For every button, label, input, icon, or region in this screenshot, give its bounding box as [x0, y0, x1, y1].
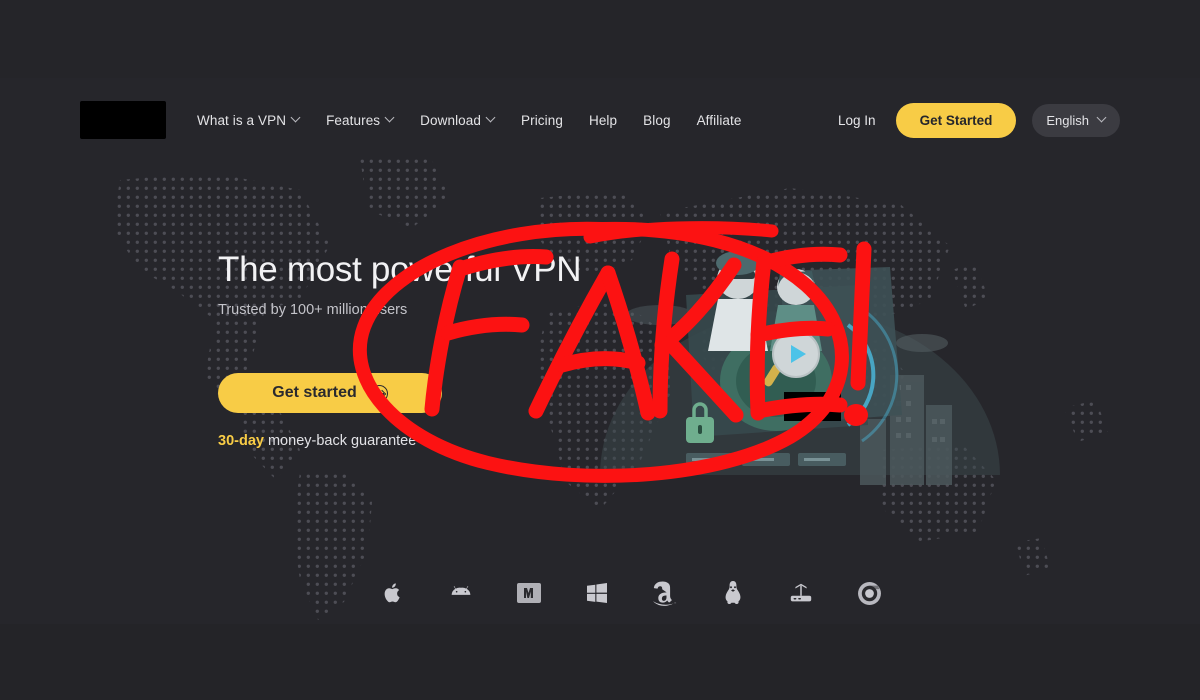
- nav-item-what-is-a-vpn[interactable]: What is a VPN: [184, 107, 313, 134]
- router-icon[interactable]: [788, 578, 814, 608]
- video-play-button[interactable]: [772, 330, 820, 378]
- nav-links: What is a VPN Features Download Pricing …: [184, 107, 755, 134]
- nav-item-label: What is a VPN: [197, 112, 287, 128]
- language-label: English: [1046, 112, 1089, 128]
- chevron-down-icon: [386, 114, 394, 122]
- hero-cta-label: Get started: [272, 384, 357, 402]
- illustration-redaction-box: [784, 392, 841, 421]
- nav-item-label: Help: [588, 112, 618, 128]
- nav-item-label: Blog: [643, 112, 671, 128]
- chevron-down-icon: [1098, 114, 1106, 122]
- hero-title: The most powerful VPN: [218, 250, 582, 289]
- nav-item-label: Pricing: [521, 112, 563, 128]
- guarantee-highlight: 30-day: [218, 433, 264, 450]
- guarantee-text: money-back guarantee: [263, 433, 417, 450]
- nav-item-label: Features: [326, 112, 381, 128]
- nav-item-label: Download: [420, 112, 481, 128]
- supported-platforms: [380, 578, 882, 608]
- arrow-right-circle-icon: [370, 384, 388, 402]
- bottom-strip: [0, 624, 1200, 700]
- hero-subtitle: Trusted by 100+ million users: [218, 302, 408, 319]
- play-icon: [790, 345, 806, 363]
- mac-icon[interactable]: [516, 578, 542, 608]
- apple-icon[interactable]: [380, 578, 406, 608]
- nav-item-label: Affiliate: [696, 112, 742, 128]
- site-logo-redacted[interactable]: [80, 101, 166, 139]
- chevron-down-icon: [487, 114, 495, 122]
- language-selector[interactable]: English: [1032, 103, 1120, 137]
- money-back-guarantee: 30-day money-back guarantee: [218, 433, 638, 449]
- hero-get-started-button[interactable]: Get started: [218, 373, 442, 414]
- get-started-button[interactable]: Get Started: [895, 102, 1017, 138]
- windows-icon[interactable]: [584, 578, 610, 608]
- android-icon[interactable]: [448, 578, 474, 608]
- amazon-icon[interactable]: [652, 578, 678, 608]
- nav-item-affiliate[interactable]: Affiliate: [684, 107, 755, 134]
- hero-section: The most powerful VPN Trusted by 100+ mi…: [218, 250, 638, 449]
- nav-item-help[interactable]: Help: [576, 107, 630, 134]
- linux-icon[interactable]: [720, 578, 746, 608]
- nav-item-blog[interactable]: Blog: [630, 107, 683, 134]
- login-link[interactable]: Log In: [834, 107, 880, 134]
- nav-item-pricing[interactable]: Pricing: [508, 107, 576, 134]
- nav-item-features[interactable]: Features: [313, 107, 407, 134]
- nav-actions: Log In Get Started English: [834, 102, 1120, 138]
- chevron-down-icon: [292, 114, 300, 122]
- nav-item-download[interactable]: Download: [407, 107, 508, 134]
- top-strip: [0, 0, 1200, 78]
- chrome-icon[interactable]: [856, 578, 882, 608]
- page-canvas: What is a VPN Features Download Pricing …: [0, 0, 1200, 700]
- site-navbar: What is a VPN Features Download Pricing …: [0, 92, 1200, 148]
